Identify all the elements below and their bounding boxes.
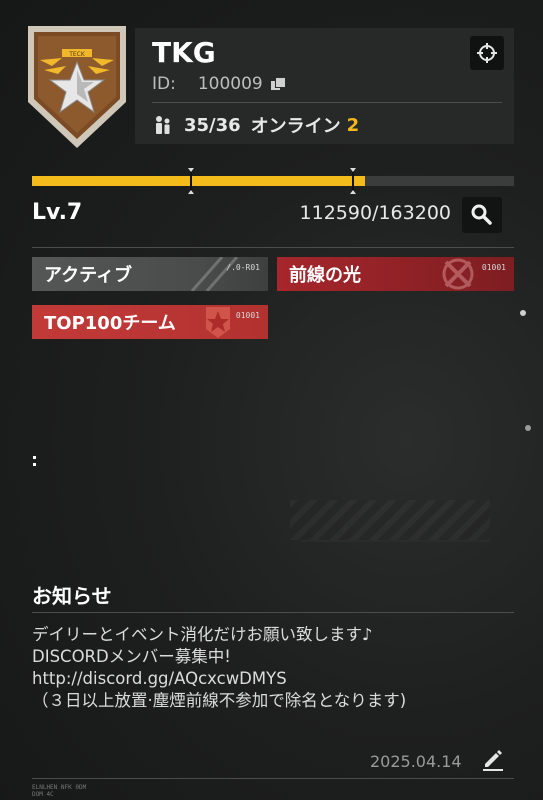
notice-line: （３日以上放置·塵煙前線不参加で除名となります) [32,691,407,710]
divider [32,778,514,779]
tag-top100[interactable]: TOP100チーム 01001 [32,305,268,339]
notice-text: デイリーとイベント消化だけお願い致します♪ DISCORDメンバー募集中! ht… [32,624,512,712]
pencil-icon[interactable] [480,746,506,772]
tag-active[interactable]: アクティブ /.0-R01 [32,257,268,291]
progress-marker [188,168,194,194]
background-light [525,425,531,431]
level-label: Lv.7 [32,200,83,225]
level-progress-fill [32,176,365,186]
crossed-swords-icon [442,258,474,290]
progress-marker [350,168,356,194]
background-light [520,310,526,316]
online-count: 2 [346,114,360,136]
group-name: TKG [152,36,216,69]
fine-print: ELNLHEN NFK 0DM DOM 4C [32,784,86,798]
background-stripes [290,500,490,540]
level-progress-bar [32,168,514,194]
group-id-row: ID: 100009 [152,74,286,94]
marker-dot [33,463,36,466]
notice-heading: お知らせ [32,584,112,608]
divider [32,612,514,613]
fine-print-line: DOM 4C [32,791,54,798]
tag-code: /.0-R01 [226,263,260,272]
divider [32,247,514,248]
tag-code: 01001 [481,263,506,272]
id-label: ID: [152,74,176,94]
id-value: 100009 [197,74,263,94]
background-fence [300,540,490,612]
exp-value: 112590/163200 [299,202,451,224]
tag-code: 01001 [235,311,260,320]
crosshair-icon [477,43,497,63]
online-label: オンライン [250,116,341,137]
member-count: 35/36 [184,114,241,136]
member-count-row: 35/36 オンライン 2 [152,112,359,138]
marker-dot [33,456,36,459]
people-icon [156,116,170,134]
tag-label: 前線の光 [289,265,361,286]
svg-text:TECK: TECK [68,51,86,58]
group-emblem: TECK [28,26,126,148]
search-icon [471,204,492,225]
tag-front-light[interactable]: 前線の光 01001 [277,257,514,291]
notice-line: DISCORDメンバー募集中! [32,647,231,666]
divider [152,102,502,103]
notice-date: 2025.04.14 [370,752,462,771]
locate-button[interactable] [470,36,504,70]
copy-icon[interactable] [270,77,286,91]
fine-print-line: ELNLHEN NFK 0DM [32,784,87,791]
notice-line: デイリーとイベント消化だけお願い致します♪ [32,625,373,644]
tag-label: TOP100チーム [44,313,176,334]
tag-label: アクティブ [44,265,133,286]
search-button[interactable] [462,197,502,233]
notice-line: http://discord.gg/AQcxcwDMYS [32,669,287,688]
